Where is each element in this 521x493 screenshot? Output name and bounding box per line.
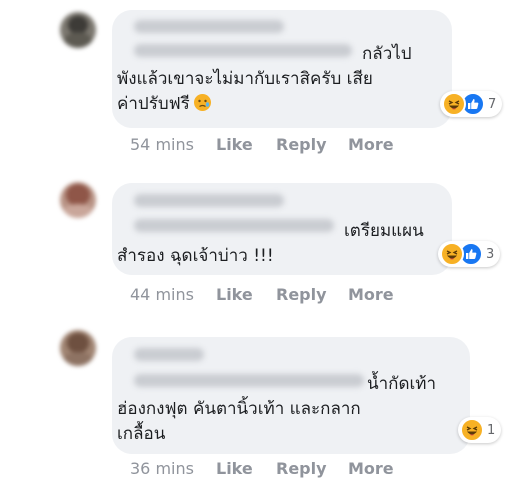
comment-text-line-3: เกลื้อน [117, 424, 166, 444]
comment-actions: 54 mins Like Reply More [130, 135, 408, 154]
timestamp[interactable]: 36 mins [130, 459, 216, 478]
reaction-count: 3 [486, 246, 495, 262]
timestamp[interactable]: 54 mins [130, 135, 216, 154]
comment-text-line-2: พังแล้วเขาจะไม่มากับเราสิครับ เสีย [117, 69, 373, 89]
blurred-author-name [134, 194, 284, 207]
reaction-summary[interactable]: 7 [440, 91, 503, 117]
haha-reaction-icon [460, 418, 484, 442]
more-button[interactable]: More [348, 285, 408, 304]
comment-bubble: น้ำกัดเท้า ฮ่องกงฟุต คันตานิ้วเท้า และกล… [112, 337, 470, 454]
haha-reaction-icon [442, 92, 466, 116]
like-button[interactable]: Like [216, 285, 276, 304]
comment-text-line-2: สำรอง ฉุดเจ้าบ่าว !!! [117, 246, 274, 266]
blurred-text [134, 219, 334, 232]
comment-text-line-2: ฮ่องกงฟุต คันตานิ้วเท้า และกลาก [117, 399, 361, 419]
avatar[interactable] [60, 12, 96, 48]
timestamp[interactable]: 44 mins [130, 285, 216, 304]
blurred-text [134, 374, 364, 387]
more-button[interactable]: More [348, 459, 408, 478]
blurred-author-name [134, 20, 284, 33]
avatar[interactable] [60, 182, 96, 218]
haha-reaction-icon [440, 242, 464, 266]
blurred-text [134, 44, 352, 57]
more-button[interactable]: More [348, 135, 408, 154]
like-button[interactable]: Like [216, 135, 276, 154]
comment-actions: 44 mins Like Reply More [130, 285, 408, 304]
reply-button[interactable]: Reply [276, 459, 348, 478]
comment-text-line-3: ค่าปรับฟรี [117, 94, 190, 114]
reaction-count: 7 [488, 96, 497, 112]
reply-button[interactable]: Reply [276, 135, 348, 154]
comment-text-line-1: น้ำกัดเท้า [367, 374, 437, 394]
reaction-summary[interactable]: 3 [438, 241, 501, 267]
comment-text-line-3-wrap: ค่าปรับฟรี [117, 92, 211, 117]
blurred-author-name [134, 348, 204, 361]
comment-text-line-1: เตรียมแผน [344, 221, 424, 241]
comment-actions: 36 mins Like Reply More [130, 459, 408, 478]
comment-text-line-1: กลัวไป [362, 44, 412, 64]
comment-bubble: กลัวไป พังแล้วเขาจะไม่มากับเราสิครับ เสี… [112, 10, 452, 128]
reaction-count: 1 [487, 422, 496, 438]
crying-face-emoji-icon [193, 94, 211, 111]
reaction-summary[interactable]: 1 [458, 417, 502, 443]
avatar[interactable] [60, 330, 96, 366]
reply-button[interactable]: Reply [276, 285, 348, 304]
comment-bubble: เตรียมแผน สำรอง ฉุดเจ้าบ่าว !!! [112, 183, 452, 275]
like-button[interactable]: Like [216, 459, 276, 478]
